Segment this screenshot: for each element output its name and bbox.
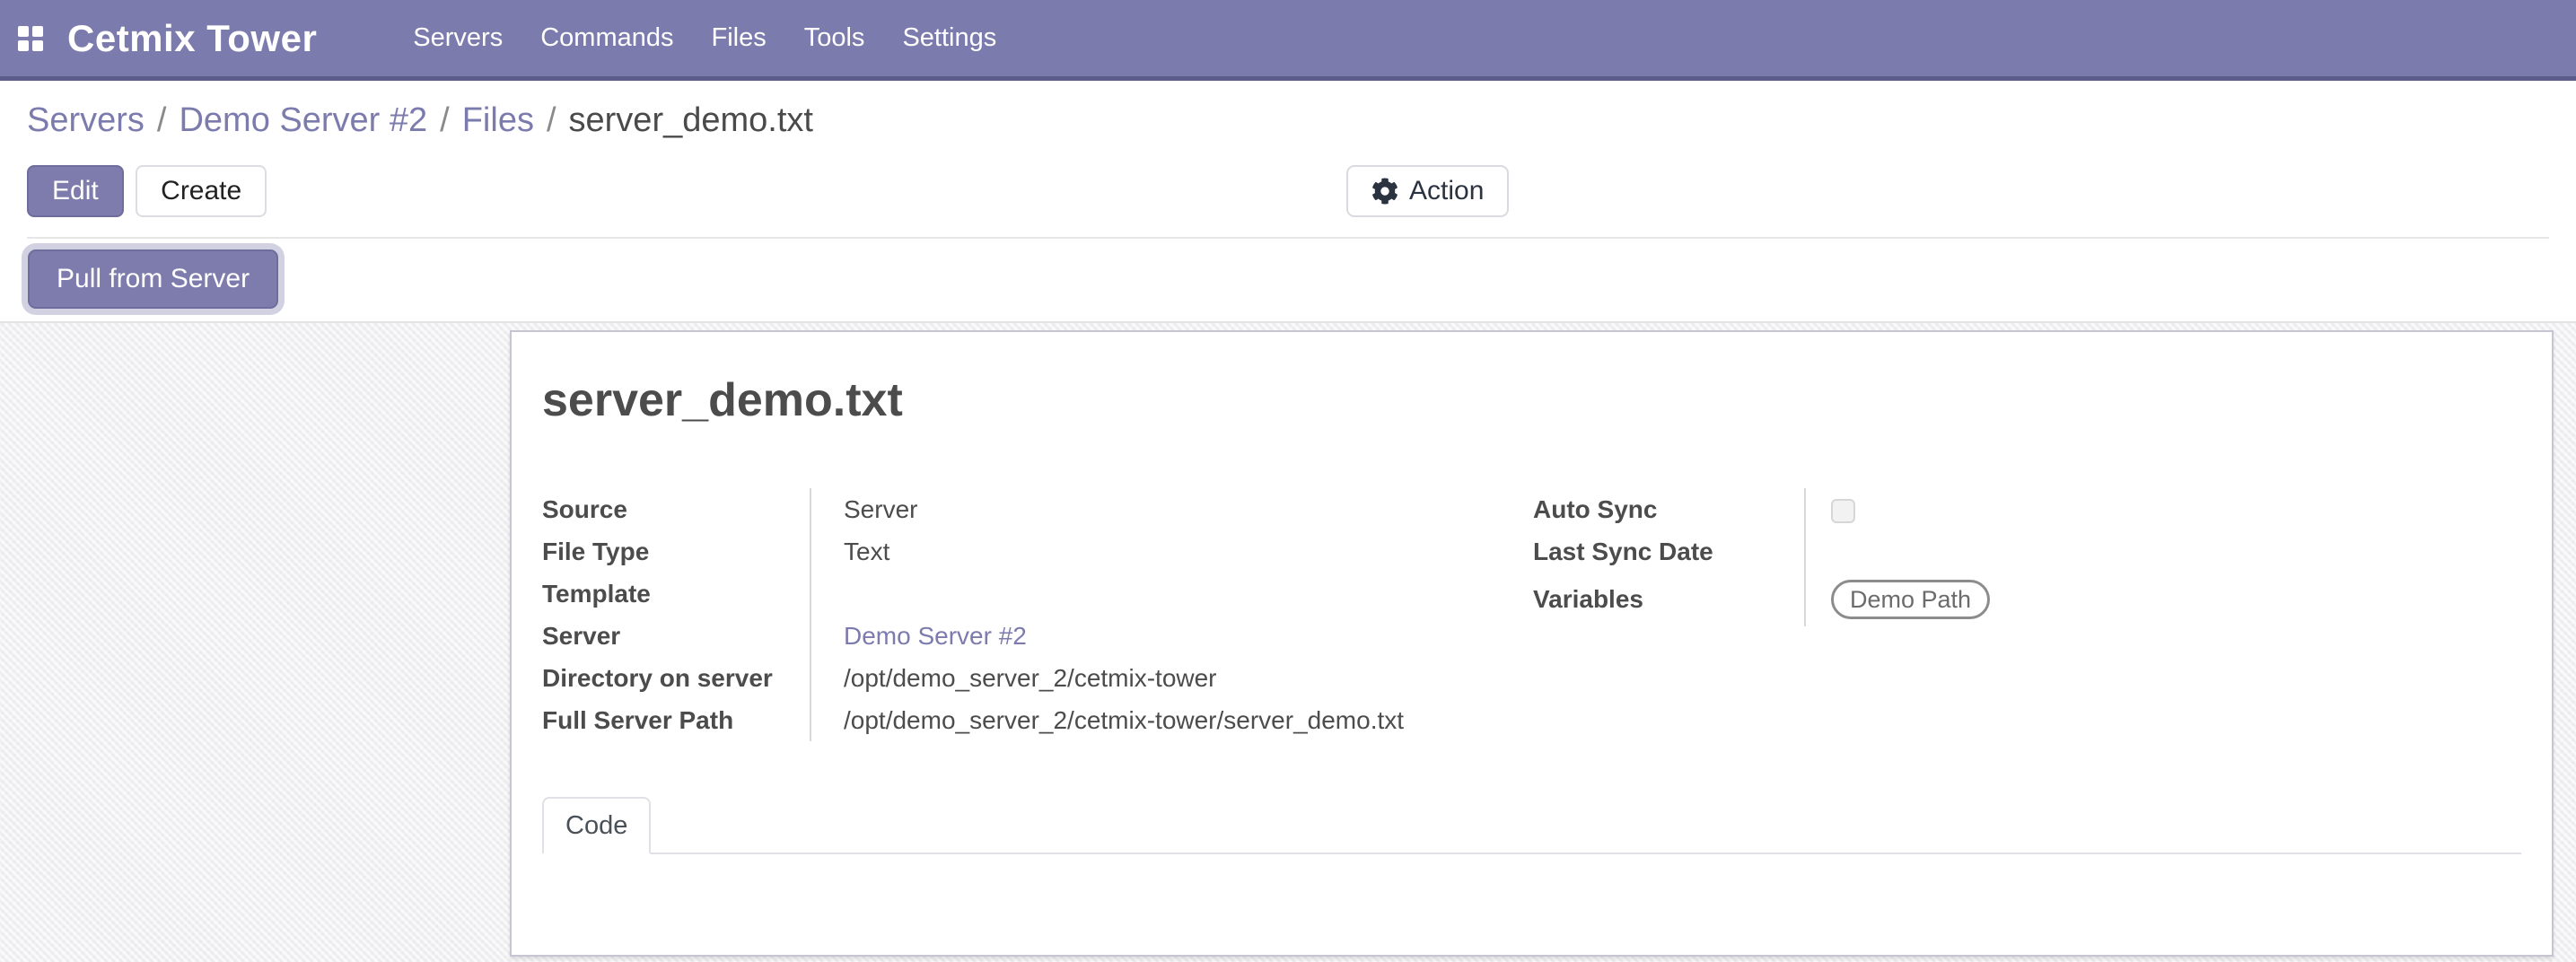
field-group-right: Auto Sync Last Sync Date Variables Demo …: [1533, 488, 2521, 741]
field-row-auto-sync: Auto Sync: [1533, 488, 2521, 530]
field-label-variables: Variables: [1533, 573, 1806, 626]
auto-sync-checkbox: [1831, 499, 1855, 523]
record-title: server_demo.txt: [542, 372, 2521, 429]
field-value-server: Demo Server #2: [811, 622, 1533, 651]
field-label-last-sync-date: Last Sync Date: [1533, 530, 1806, 573]
field-label-source: Source: [542, 488, 811, 530]
menu-item-files[interactable]: Files: [693, 23, 785, 53]
breadcrumb-current-record: server_demo.txt: [569, 101, 813, 140]
tab-code[interactable]: Code: [542, 797, 651, 854]
object-buttons-row: Pull from Server: [27, 237, 2549, 321]
gear-icon: [1371, 178, 1398, 205]
apps-grid-square: [32, 40, 43, 51]
breadcrumb-separator: /: [157, 101, 167, 140]
breadcrumb-separator: /: [440, 101, 450, 140]
action-button[interactable]: Action: [1346, 165, 1509, 217]
field-label-directory-on-server: Directory on server: [542, 657, 811, 699]
create-button[interactable]: Create: [136, 165, 267, 217]
field-row-last-sync-date: Last Sync Date: [1533, 530, 2521, 573]
menu-item-settings[interactable]: Settings: [883, 23, 1015, 53]
apps-grid-square: [32, 26, 43, 37]
apps-grid-square: [18, 26, 29, 37]
field-row-file-type: File Type Text: [542, 530, 1533, 573]
field-groups: Source Server File Type Text Template Se…: [542, 488, 2521, 741]
code-tab-content: [542, 854, 2521, 935]
field-label-auto-sync: Auto Sync: [1533, 488, 1806, 530]
field-label-file-type: File Type: [542, 530, 811, 573]
menu-item-tools[interactable]: Tools: [785, 23, 884, 53]
field-row-server: Server Demo Server #2: [542, 615, 1533, 657]
field-value-source: Server: [811, 495, 1533, 524]
control-panel: Servers / Demo Server #2 / Files / serve…: [0, 81, 2576, 321]
notebook-tabs: Code: [542, 797, 2521, 854]
field-value-file-type: Text: [811, 538, 1533, 566]
field-label-full-server-path: Full Server Path: [542, 699, 811, 741]
apps-menu-icon[interactable]: [18, 26, 42, 50]
menu-item-commands[interactable]: Commands: [521, 23, 692, 53]
breadcrumb: Servers / Demo Server #2 / Files / serve…: [27, 81, 2549, 160]
field-row-directory-on-server: Directory on server /opt/demo_server_2/c…: [542, 657, 1533, 699]
server-record-link[interactable]: Demo Server #2: [844, 622, 1027, 650]
field-label-server: Server: [542, 615, 811, 657]
app-brand-title[interactable]: Cetmix Tower: [67, 17, 317, 60]
field-row-template: Template: [542, 573, 1533, 615]
field-row-variables: Variables Demo Path: [1533, 573, 2521, 626]
field-group-left: Source Server File Type Text Template Se…: [542, 488, 1533, 741]
breadcrumb-files[interactable]: Files: [462, 101, 534, 140]
top-navbar: Cetmix Tower Servers Commands Files Tool…: [0, 0, 2576, 81]
field-value-directory-on-server: /opt/demo_server_2/cetmix-tower: [811, 664, 1533, 693]
field-value-variables: Demo Path: [1806, 580, 2521, 619]
variable-tag-demo-path: Demo Path: [1831, 580, 1990, 619]
field-value-full-server-path: /opt/demo_server_2/cetmix-tower/server_d…: [811, 706, 1533, 735]
record-sheet: server_demo.txt Source Server File Type …: [510, 330, 2554, 957]
apps-grid-square: [18, 40, 29, 51]
field-label-template: Template: [542, 573, 811, 615]
edit-button[interactable]: Edit: [27, 165, 124, 217]
field-row-source: Source Server: [542, 488, 1533, 530]
form-buttons-row: Edit Create Action: [27, 160, 2549, 237]
breadcrumb-servers[interactable]: Servers: [27, 101, 145, 140]
breadcrumb-separator: /: [547, 101, 556, 140]
menu-item-servers[interactable]: Servers: [394, 23, 521, 53]
form-view-background: server_demo.txt Source Server File Type …: [0, 321, 2576, 962]
breadcrumb-demo-server-2[interactable]: Demo Server #2: [179, 101, 427, 140]
main-menu: Servers Commands Files Tools Settings: [394, 0, 1015, 76]
action-button-label: Action: [1409, 176, 1484, 206]
field-row-full-server-path: Full Server Path /opt/demo_server_2/cetm…: [542, 699, 1533, 741]
field-value-auto-sync: [1806, 495, 2521, 524]
pull-from-server-button[interactable]: Pull from Server: [28, 249, 278, 309]
